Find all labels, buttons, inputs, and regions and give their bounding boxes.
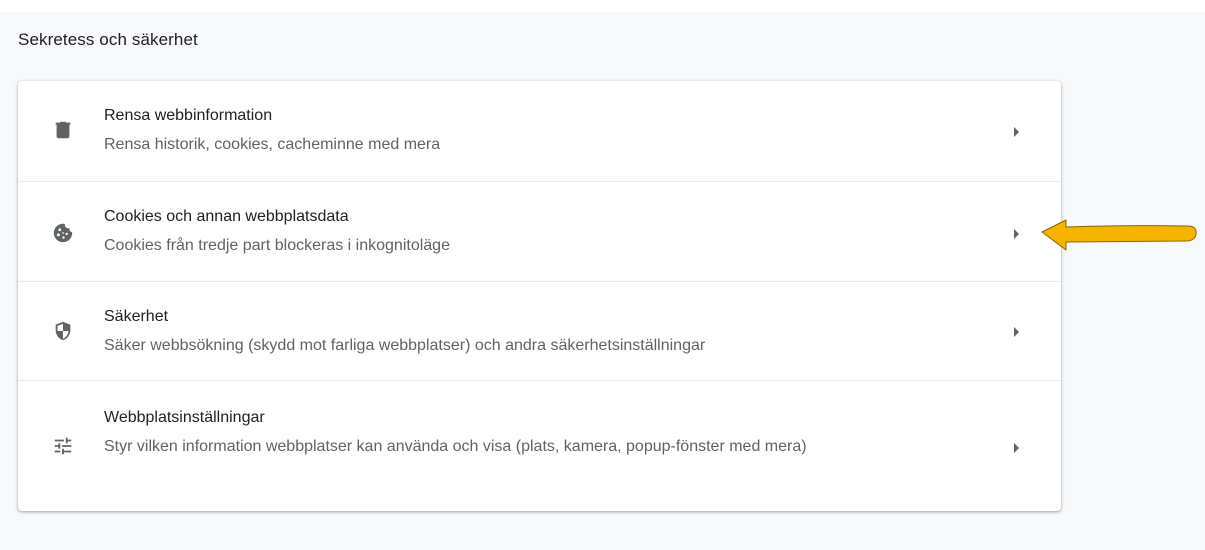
row-subtitle: Rensa historik, cookies, cacheminne med … <box>104 136 441 153</box>
row-title: Rensa webbinformation <box>104 107 273 124</box>
row-text: Rensa webbinformation Rensa historik, co… <box>104 105 924 157</box>
row-text: Cookies och annan webbplatsdata Cookies … <box>104 206 924 258</box>
row-text: Webbplatsinställningar Styr vilken infor… <box>104 407 924 459</box>
trash-icon <box>52 119 74 141</box>
chevron-right-icon <box>1014 327 1019 337</box>
section-title: Sekretess och säkerhet <box>18 30 198 49</box>
cookie-icon <box>52 222 74 244</box>
chevron-right-icon <box>1014 229 1019 239</box>
row-subtitle: Styr vilken information webbplatser kan … <box>104 438 807 455</box>
tune-sliders-icon <box>52 435 74 457</box>
row-title: Cookies och annan webbplatsdata <box>104 208 349 225</box>
security-row[interactable]: Säkerhet Säker webbsökning (skydd mot fa… <box>18 281 1061 380</box>
row-subtitle: Cookies från tredje part blockeras i ink… <box>104 237 450 254</box>
row-text: Säkerhet Säker webbsökning (skydd mot fa… <box>104 306 924 358</box>
privacy-security-card: Rensa webbinformation Rensa historik, co… <box>18 81 1061 511</box>
chevron-right-icon <box>1014 443 1019 453</box>
annotation-arrow-icon <box>1041 219 1197 251</box>
site-settings-row[interactable]: Webbplatsinställningar Styr vilken infor… <box>18 380 1061 511</box>
shield-icon <box>52 320 74 342</box>
row-subtitle: Säker webbsökning (skydd mot farliga web… <box>104 337 706 354</box>
cookies-site-data-row[interactable]: Cookies och annan webbplatsdata Cookies … <box>18 181 1061 281</box>
clear-browsing-data-row[interactable]: Rensa webbinformation Rensa historik, co… <box>18 81 1061 181</box>
chevron-right-icon <box>1014 127 1019 137</box>
row-title: Webbplatsinställningar <box>104 409 265 426</box>
row-title: Säkerhet <box>104 308 169 325</box>
